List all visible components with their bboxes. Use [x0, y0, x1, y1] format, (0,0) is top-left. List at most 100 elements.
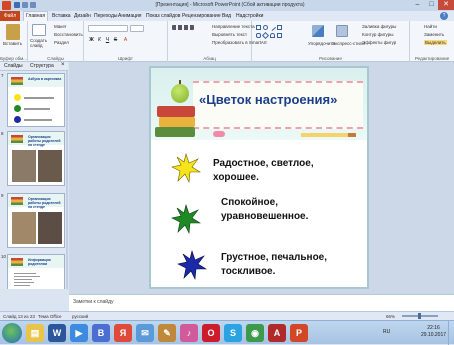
pdf-icon[interactable]: A [268, 324, 286, 342]
skype-icon[interactable]: S [224, 324, 242, 342]
shape-fill-button[interactable]: Заливка фигуры [362, 24, 396, 29]
new-slide-icon[interactable] [32, 24, 46, 36]
tab-transitions[interactable]: Переходы [94, 11, 117, 21]
opera-icon[interactable]: O [202, 324, 220, 342]
rounded-rect-shape-icon[interactable] [256, 33, 261, 38]
close-panel-icon[interactable]: × [61, 62, 65, 68]
new-slide-button[interactable]: Создать слайд [30, 38, 50, 48]
slide-thumbnail[interactable]: Организация работы родителей на стенде [7, 131, 65, 186]
tray-clock[interactable]: 22:16 29.10.2017 [421, 325, 446, 339]
slide-title[interactable]: «Цветок настроения» [199, 92, 337, 107]
mail-icon[interactable]: ✉ [136, 324, 154, 342]
redo-icon[interactable] [30, 2, 36, 8]
layout-button[interactable]: Макет [54, 24, 67, 29]
paste-icon[interactable] [6, 24, 20, 40]
arrange-icon[interactable] [312, 25, 324, 37]
books-image [11, 77, 23, 85]
slide-thumbnail[interactable]: Информация родителям [7, 254, 65, 289]
save-icon[interactable] [14, 2, 20, 8]
notes-pane[interactable]: Заметки к слайду [69, 294, 454, 311]
bold-icon[interactable]: Ж [88, 37, 95, 44]
underline-icon[interactable]: Ч [104, 37, 111, 44]
paste-button[interactable]: Вставить [3, 41, 22, 46]
slide-thumbnail[interactable]: Организация работы родителей на стенде [7, 193, 65, 248]
section-button[interactable]: Раздел [54, 40, 69, 45]
rectangle-shape-icon[interactable] [256, 25, 261, 30]
status-bar: Слайд 13 из 23 Тема Office русский 66% [0, 311, 454, 320]
zoom-slider-thumb[interactable] [418, 313, 421, 319]
help-icon[interactable]: ? [440, 12, 448, 20]
line-shape-icon[interactable] [268, 23, 277, 32]
brace-shape-icon[interactable] [277, 33, 282, 38]
tray-language[interactable]: RU [383, 329, 390, 335]
tab-file[interactable]: Файл [0, 11, 20, 21]
paint-icon[interactable]: ✎ [158, 324, 176, 342]
shape-effects-button[interactable]: Эффекты фигур [362, 40, 396, 45]
browser-b-icon[interactable]: B [92, 324, 110, 342]
tab-view[interactable]: Вид [222, 11, 231, 21]
text-line [24, 108, 50, 110]
word-icon[interactable]: W [48, 324, 66, 342]
replace-button[interactable]: Заменить [424, 32, 444, 37]
mood-text-calm[interactable]: Спокойное, уравновешенное. [221, 196, 308, 224]
tab-review[interactable]: Рецензирование [182, 11, 221, 21]
thumbnails-scrollbar[interactable] [66, 71, 68, 289]
minimize-button[interactable]: – [410, 0, 425, 10]
explorer-icon[interactable]: ▤ [26, 324, 44, 342]
strikethrough-icon[interactable]: S [112, 37, 119, 44]
quick-styles-button[interactable]: Экспресс-стили [332, 41, 365, 46]
reset-button[interactable]: Восстановить [54, 32, 83, 37]
find-button[interactable]: Найти [424, 24, 437, 29]
italic-icon[interactable]: К [96, 37, 103, 44]
slide-thumbnail[interactable]: Азбука в картинках [7, 73, 65, 127]
powerpoint-app-icon[interactable] [2, 1, 11, 10]
undo-icon[interactable] [22, 2, 28, 8]
maximize-button[interactable]: □ [424, 0, 439, 10]
mood-text-joyful[interactable]: Радостное, светлое, хорошее. [213, 157, 314, 185]
flower-image [14, 105, 21, 112]
start-button[interactable] [2, 323, 22, 343]
thumbnail-title: Организация работы родителей на стенде [28, 135, 61, 147]
yandex-icon[interactable]: Я [114, 324, 132, 342]
windows-taskbar: ▤ W ▶ B Я ✉ ✎ ♪ O S ◉ A P RU 22:16 29.10.2017 [0, 320, 454, 345]
thumbnail-title: Азбука в картинках [28, 77, 62, 81]
zoom-level[interactable]: 66% [386, 314, 395, 319]
mood-line: тоскливое. [221, 266, 276, 277]
language-indicator[interactable]: русский [72, 314, 88, 319]
media-icon[interactable]: ▶ [70, 324, 88, 342]
group-slides: Создать слайд Макет Восстановить Раздел … [28, 21, 84, 62]
select-button[interactable]: Выделить [424, 40, 447, 45]
powerpoint-icon[interactable]: P [290, 324, 308, 342]
tab-addins[interactable]: Надстройки [236, 11, 263, 21]
show-desktop-button[interactable] [448, 321, 454, 345]
arrange-button[interactable]: Упорядочить [308, 41, 335, 46]
tab-insert[interactable]: Вставка [52, 11, 71, 21]
textbox-shape-icon[interactable] [277, 25, 282, 30]
photo-image [12, 150, 36, 182]
chrome-icon[interactable]: ◉ [246, 324, 264, 342]
tab-design[interactable]: Дизайн [74, 11, 91, 21]
tab-slides[interactable]: Слайды [4, 63, 23, 69]
tab-home[interactable]: Главная [23, 11, 49, 21]
arc-shape-icon[interactable] [270, 33, 275, 38]
shape-outline-button[interactable]: Контур фигуры [362, 32, 393, 37]
group-font: Ж К Ч S A Шрифт [84, 21, 168, 62]
current-slide[interactable]: «Цветок настроения» Радостное, светлое, … [149, 66, 369, 289]
text-line [14, 282, 34, 283]
font-family-field[interactable] [88, 25, 128, 32]
text-direction-button[interactable]: Направление текста [212, 24, 255, 29]
music-icon[interactable]: ♪ [180, 324, 198, 342]
close-button[interactable]: ✕ [438, 0, 454, 10]
list-icons[interactable] [172, 25, 194, 30]
diamond-shape-icon[interactable] [261, 31, 270, 40]
font-size-field[interactable] [130, 25, 144, 32]
tab-outline[interactable]: Структура [30, 63, 54, 69]
tab-animation[interactable]: Анимация [118, 11, 141, 21]
tab-slideshow[interactable]: Показ слайдов [146, 11, 180, 21]
font-color-icon[interactable]: A [122, 37, 129, 44]
mood-text-sad[interactable]: Грустное, печальное, тоскливое. [221, 251, 327, 279]
quick-styles-icon[interactable] [336, 25, 348, 37]
oval-shape-icon[interactable] [263, 25, 268, 30]
align-text-button[interactable]: Выровнять текст [212, 32, 247, 37]
text-line [14, 276, 40, 277]
